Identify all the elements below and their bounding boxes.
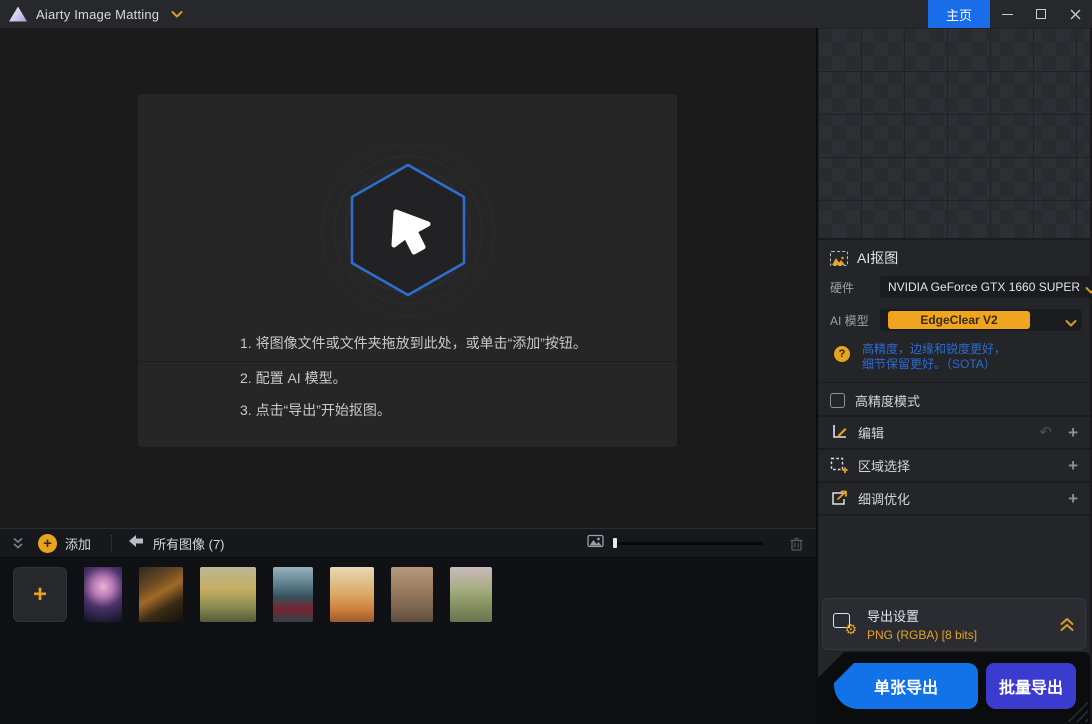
double-chevron-up-icon: [1059, 617, 1075, 632]
export-buttons-tray: 单张导出 批量导出: [818, 652, 1090, 724]
expand-edit-plus-icon[interactable]: +: [1068, 424, 1078, 441]
high-precision-label: 高精度模式: [855, 391, 920, 410]
thumbnail-zoom-slider[interactable]: [611, 536, 763, 550]
hardware-row: 硬件 NVIDIA GeForce GTX 1660 SUPER: [818, 276, 1090, 298]
minimize-button[interactable]: [990, 0, 1024, 28]
collapse-export-button[interactable]: [1059, 617, 1075, 632]
app-logo-icon: [9, 7, 27, 22]
instruction-step-1: 1. 将图像文件或文件夹拖放到此处，或单击“添加”按钮。: [138, 324, 677, 362]
title-bar: Aiarty Image Matting 主页: [0, 0, 1092, 28]
region-select-label: 区域选择: [858, 456, 1068, 475]
app-window: Aiarty Image Matting 主页: [0, 0, 1092, 724]
export-settings-title: 导出设置: [867, 606, 1059, 625]
settings-sidebar: AI抠图 硬件 NVIDIA GeForce GTX 1660 SUPER AI…: [818, 28, 1090, 724]
collapse-filmstrip-button[interactable]: [12, 537, 24, 550]
expand-region-plus-icon[interactable]: +: [1068, 457, 1078, 474]
refine-section-row[interactable]: 细调优化 +: [818, 483, 1090, 516]
plus-icon: +: [33, 583, 47, 607]
workspace-column: 1. 将图像文件或文件夹拖放到此处，或单击“添加”按钮。 2. 配置 AI 模型…: [0, 28, 818, 724]
region-select-icon: [830, 457, 848, 474]
all-images-filter-label[interactable]: 所有图像 (7): [153, 534, 225, 553]
add-images-label[interactable]: 添加: [65, 534, 91, 553]
refine-icon: [830, 490, 848, 507]
model-hint-text: 高精度，边缘和锐度更好， 细节保留更好。（SOTA）: [862, 342, 1006, 372]
sidebar-spacer: [818, 516, 1090, 598]
thumbnail-woman-orange-flowers[interactable]: [330, 567, 374, 622]
thumbnail-jellyfish[interactable]: [84, 567, 122, 622]
maximize-icon: [1036, 9, 1046, 19]
thumbnail-mountain-bike[interactable]: [200, 567, 256, 622]
minimize-icon: [1002, 14, 1013, 15]
region-select-section-row[interactable]: 区域选择 +: [818, 450, 1090, 483]
model-hint-line1: 高精度，边缘和锐度更好，: [862, 342, 1006, 356]
drop-zone-instructions: 1. 将图像文件或文件夹拖放到此处，或单击“添加”按钮。 2. 配置 AI 模型…: [138, 322, 677, 426]
model-label: AI 模型: [830, 312, 880, 329]
add-image-tile[interactable]: +: [13, 567, 67, 622]
hexagon-cursor-icon: [318, 132, 498, 322]
app-menu-chevron-down-icon[interactable]: [171, 10, 183, 19]
model-dropdown[interactable]: EdgeClear V2: [880, 309, 1082, 331]
expand-refine-plus-icon[interactable]: +: [1068, 490, 1078, 507]
edit-section-label: 编辑: [858, 423, 1039, 442]
thumbnail-woman-sepia-roses[interactable]: [391, 567, 433, 622]
hardware-label: 硬件: [830, 279, 880, 296]
ai-matting-title: AI抠图: [857, 248, 898, 268]
add-plus-icon: +: [43, 536, 52, 551]
thumbnail-size-icon: [587, 534, 604, 553]
ai-matting-icon: [830, 251, 848, 266]
double-chevron-down-icon: [12, 537, 24, 550]
model-value-pill: EdgeClear V2: [888, 311, 1030, 329]
back-arrow-icon[interactable]: [128, 534, 144, 553]
export-settings-icon: ⚙: [833, 613, 857, 635]
model-row: AI 模型 EdgeClear V2: [818, 309, 1090, 331]
instruction-step-2: 2. 配置 AI 模型。: [138, 362, 677, 394]
high-precision-checkbox[interactable]: [830, 393, 845, 408]
app-title: Aiarty Image Matting: [36, 7, 159, 22]
hardware-value: NVIDIA GeForce GTX 1660 SUPER: [888, 280, 1080, 294]
close-icon: [1070, 9, 1081, 20]
single-export-button[interactable]: 单张导出: [834, 663, 978, 709]
instruction-step-3: 3. 点击“导出”开始抠图。: [138, 394, 677, 426]
undo-icon[interactable]: ↶: [1039, 425, 1052, 440]
batch-export-button[interactable]: 批量导出: [986, 663, 1076, 709]
filmstrip-toolbar: + 添加 所有图像 (7): [0, 528, 816, 558]
ai-matting-header: AI抠图: [818, 240, 1090, 276]
home-button[interactable]: 主页: [928, 0, 990, 28]
chevron-down-icon: [1065, 315, 1077, 333]
edit-section-row[interactable]: 编辑 ↶ +: [818, 417, 1090, 450]
drop-zone[interactable]: 1. 将图像文件或文件夹拖放到此处，或单击“添加”按钮。 2. 配置 AI 模型…: [138, 94, 677, 447]
export-format-value: PNG (RGBA) [8 bits]: [867, 628, 1059, 642]
slider-track[interactable]: [611, 542, 763, 545]
model-hint-line2: 细节保留更好。（SOTA）: [862, 357, 996, 371]
drop-zone-illustration: [138, 94, 677, 322]
edit-pen-icon: [830, 424, 848, 441]
transparency-preview: [818, 28, 1090, 240]
model-hint-row: ? 高精度，边缘和锐度更好， 细节保留更好。（SOTA）: [818, 342, 1090, 383]
chevron-down-icon: [1085, 282, 1092, 300]
export-settings-box[interactable]: ⚙ 导出设置 PNG (RGBA) [8 bits]: [822, 598, 1086, 650]
thumbnail-strip: +: [0, 558, 816, 724]
delete-image-button[interactable]: [789, 536, 804, 551]
help-icon[interactable]: ?: [834, 346, 850, 362]
gear-icon: ⚙: [844, 623, 857, 637]
maximize-button[interactable]: [1024, 0, 1058, 28]
toolbar-divider: [111, 535, 112, 551]
thumbnail-woman-red-dress[interactable]: [273, 567, 313, 622]
slider-handle[interactable]: [613, 538, 617, 548]
close-button[interactable]: [1058, 0, 1092, 28]
thumbnail-forest-roots[interactable]: [139, 567, 183, 622]
hardware-dropdown[interactable]: NVIDIA GeForce GTX 1660 SUPER: [880, 276, 1092, 298]
add-images-button[interactable]: +: [38, 534, 57, 553]
trash-icon: [789, 536, 804, 551]
main-canvas: 1. 将图像文件或文件夹拖放到此处，或单击“添加”按钮。 2. 配置 AI 模型…: [0, 28, 816, 528]
high-precision-row[interactable]: 高精度模式: [818, 385, 1090, 417]
refine-label: 细调优化: [858, 489, 1068, 508]
thumbnail-woman-garden[interactable]: [450, 567, 492, 622]
